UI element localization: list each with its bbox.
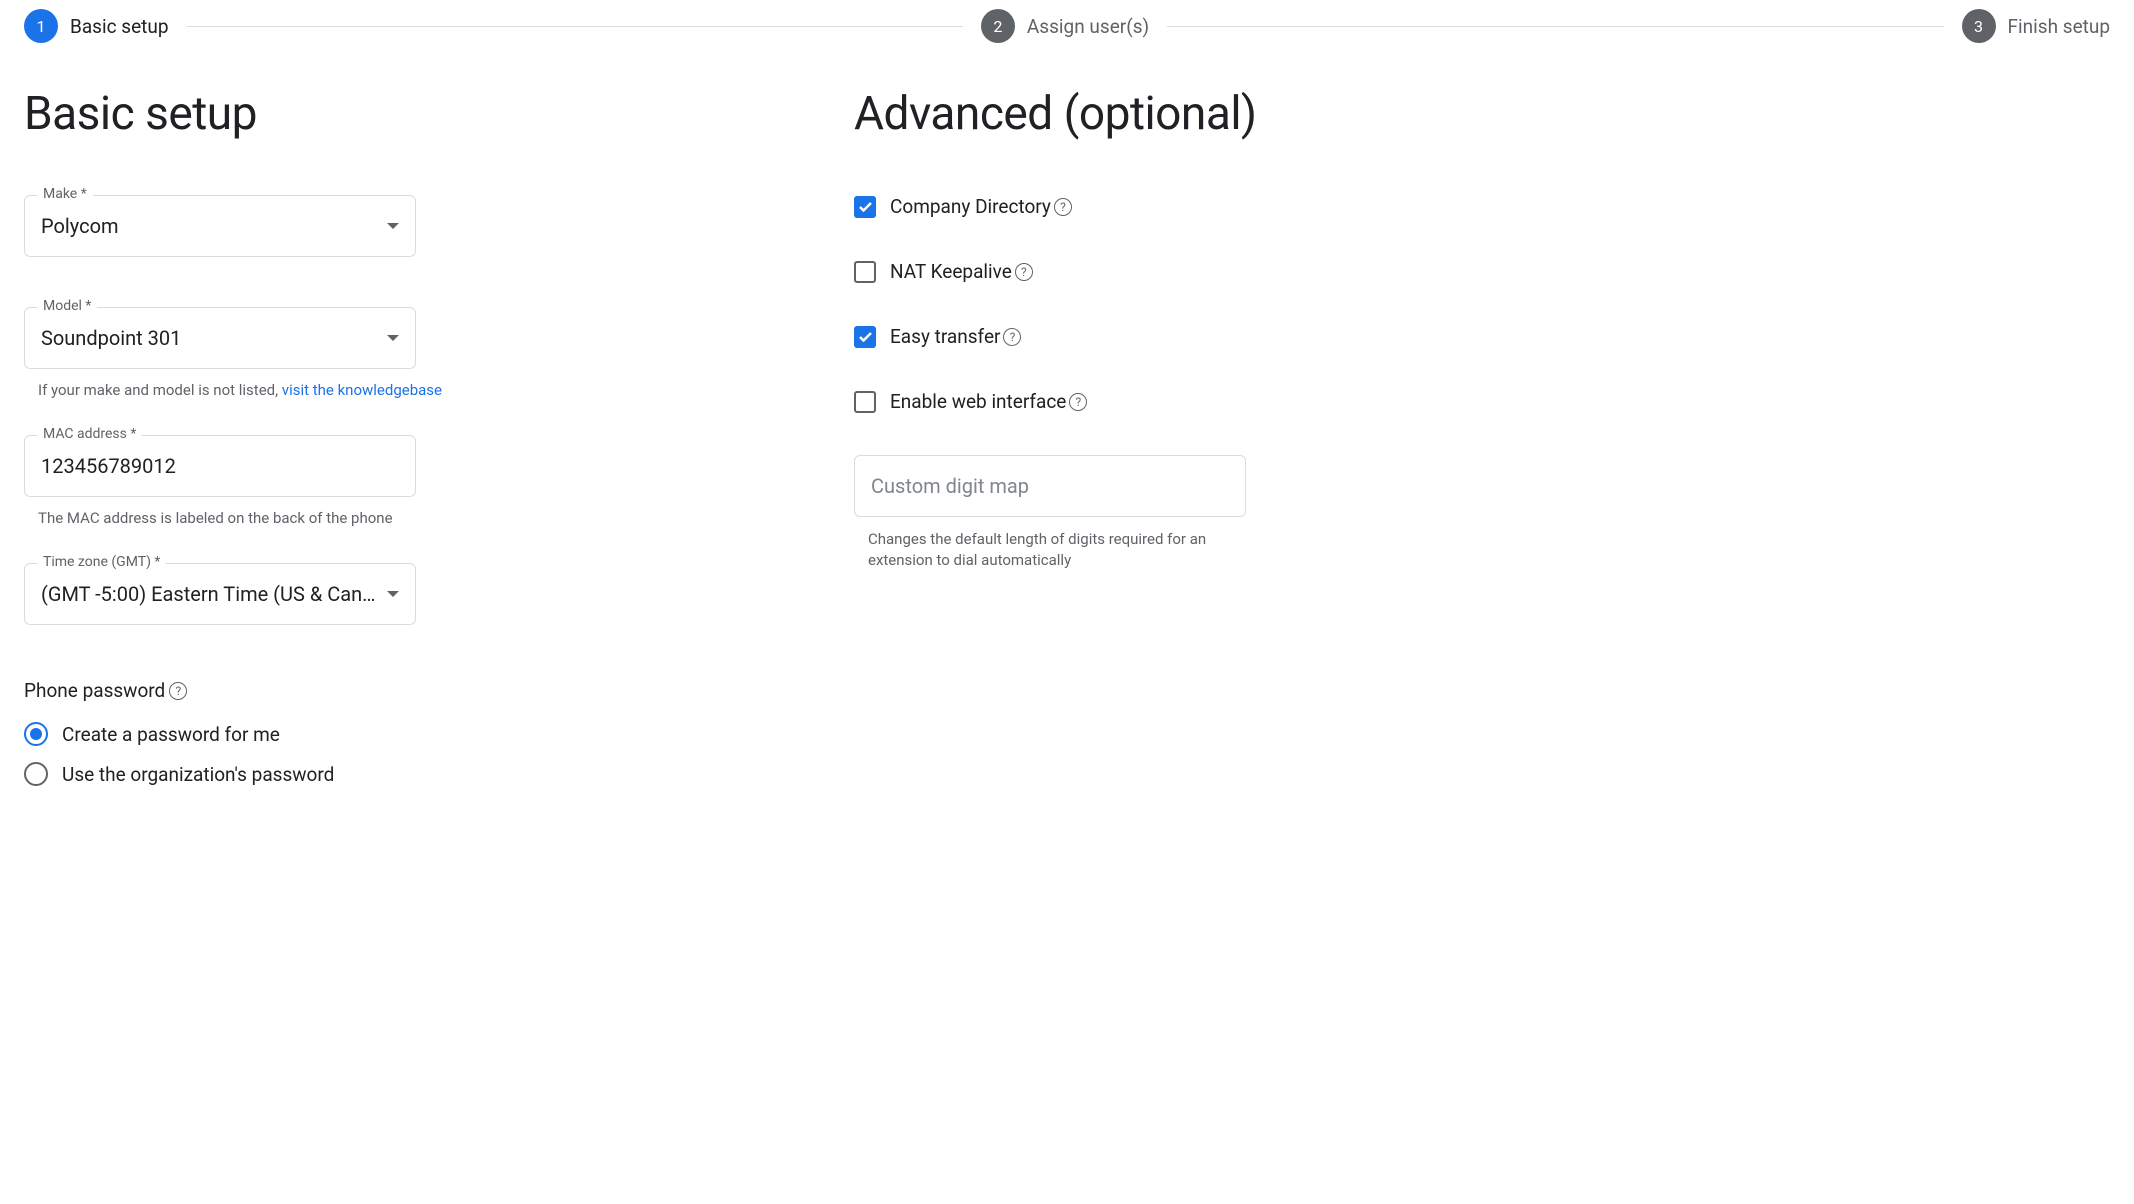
radio-label: Create a password for me <box>62 723 280 746</box>
mac-address-input[interactable]: MAC address * 123456789012 <box>24 435 416 497</box>
phone-password-text: Phone password <box>24 679 165 702</box>
checkbox-label: Company Directory ? <box>890 195 1072 218</box>
checkbox-nat-keepalive[interactable]: NAT Keepalive ? <box>854 260 2110 283</box>
digit-map-placeholder: Custom digit map <box>871 474 1029 498</box>
step-connector <box>1167 26 1943 27</box>
radio-create-password[interactable]: Create a password for me <box>24 722 794 746</box>
digit-map-helper: Changes the default length of digits req… <box>854 529 1224 571</box>
checkbox-label: Enable web interface ? <box>890 390 1087 413</box>
stepper: 1 Basic setup 2 Assign user(s) 3 Finish … <box>0 0 2134 43</box>
help-icon[interactable]: ? <box>1003 328 1021 346</box>
checkbox-company-directory[interactable]: Company Directory ? <box>854 195 2110 218</box>
chevron-down-icon <box>387 591 399 597</box>
help-icon[interactable]: ? <box>169 682 187 700</box>
make-value: Polycom <box>41 214 379 238</box>
timezone-label: Time zone (GMT) * <box>37 554 166 570</box>
mac-label: MAC address * <box>37 426 142 442</box>
checkbox-box <box>854 326 876 348</box>
make-select[interactable]: Make * Polycom <box>24 195 416 257</box>
custom-digit-map-input[interactable]: Custom digit map <box>854 455 1246 517</box>
make-label: Make * <box>37 186 93 202</box>
step-connector <box>187 26 963 27</box>
radio-label: Use the organization's password <box>62 763 334 786</box>
timezone-value: (GMT -5:00) Eastern Time (US & Canada), … <box>41 582 379 606</box>
knowledgebase-link[interactable]: visit the knowledgebase <box>282 381 442 399</box>
chevron-down-icon <box>387 335 399 341</box>
checkbox-box <box>854 391 876 413</box>
step-assign-users[interactable]: 2 Assign user(s) <box>981 9 1149 43</box>
help-icon[interactable]: ? <box>1015 263 1033 281</box>
mac-helper: The MAC address is labeled on the back o… <box>24 509 794 527</box>
checkbox-text: NAT Keepalive <box>890 260 1012 283</box>
check-icon <box>859 332 872 342</box>
radio-button <box>24 762 48 786</box>
radio-button <box>24 722 48 746</box>
step-number: 1 <box>24 9 58 43</box>
model-helper: If your make and model is not listed, vi… <box>24 381 794 399</box>
checkbox-label: NAT Keepalive ? <box>890 260 1033 283</box>
chevron-down-icon <box>387 223 399 229</box>
checkbox-box <box>854 196 876 218</box>
step-label: Basic setup <box>70 15 169 38</box>
model-select[interactable]: Model * Soundpoint 301 <box>24 307 416 369</box>
model-helper-text: If your make and model is not listed, <box>38 381 282 399</box>
radio-org-password[interactable]: Use the organization's password <box>24 762 794 786</box>
help-icon[interactable]: ? <box>1054 198 1072 216</box>
checkbox-text: Easy transfer <box>890 325 1000 348</box>
checkbox-box <box>854 261 876 283</box>
step-number: 2 <box>981 9 1015 43</box>
phone-password-label: Phone password ? <box>24 679 794 702</box>
checkbox-text: Company Directory <box>890 195 1051 218</box>
advanced-heading: Advanced (optional) <box>854 87 2110 141</box>
step-basic-setup[interactable]: 1 Basic setup <box>24 9 169 43</box>
model-label: Model * <box>37 298 97 314</box>
step-label: Assign user(s) <box>1027 15 1149 38</box>
checkbox-enable-web-interface[interactable]: Enable web interface ? <box>854 390 2110 413</box>
check-icon <box>859 202 872 212</box>
checkbox-label: Easy transfer ? <box>890 325 1021 348</box>
checkbox-text: Enable web interface <box>890 390 1066 413</box>
model-value: Soundpoint 301 <box>41 326 379 350</box>
timezone-select[interactable]: Time zone (GMT) * (GMT -5:00) Eastern Ti… <box>24 563 416 625</box>
step-number: 3 <box>1962 9 1996 43</box>
step-label: Finish setup <box>2008 15 2110 38</box>
mac-value: 123456789012 <box>41 454 399 478</box>
basic-setup-heading: Basic setup <box>24 87 794 141</box>
step-finish-setup[interactable]: 3 Finish setup <box>1962 9 2110 43</box>
checkbox-easy-transfer[interactable]: Easy transfer ? <box>854 325 2110 348</box>
help-icon[interactable]: ? <box>1069 393 1087 411</box>
